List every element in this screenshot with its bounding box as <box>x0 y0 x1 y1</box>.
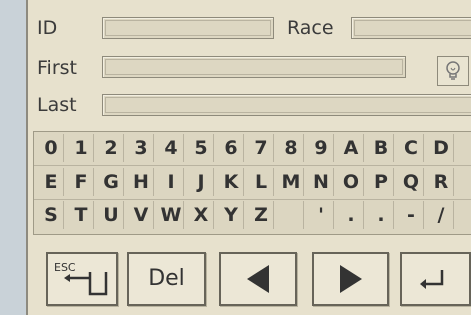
race-field-inner <box>354 20 471 36</box>
keyboard-key[interactable]: K <box>219 168 244 196</box>
move-left-button[interactable] <box>219 252 297 306</box>
keyboard-key[interactable]: C <box>399 134 424 162</box>
keyboard-key[interactable]: I <box>159 168 184 196</box>
keyboard-key[interactable]: ' <box>309 201 334 229</box>
keyboard-key[interactable]: J <box>189 168 214 196</box>
lightbulb-icon <box>446 61 460 80</box>
move-right-button[interactable] <box>312 252 389 306</box>
keyboard-key[interactable]: M <box>279 168 304 196</box>
keyboard-key[interactable]: H <box>129 168 154 196</box>
delete-label: Del <box>148 266 185 291</box>
keyboard-key[interactable]: G <box>99 168 124 196</box>
keyboard-key[interactable]: D <box>429 134 454 162</box>
last-name-field[interactable] <box>102 94 471 116</box>
keyboard-key[interactable]: 1 <box>69 134 94 162</box>
lightbulb-button[interactable] <box>437 56 469 86</box>
first-field-inner <box>105 59 403 75</box>
keyboard-key[interactable]: . <box>339 201 364 229</box>
id-label: ID <box>37 17 58 39</box>
keyboard-key[interactable]: 3 <box>129 134 154 162</box>
escape-button[interactable]: ESC <box>46 252 118 306</box>
first-name-field[interactable] <box>102 56 406 78</box>
last-label: Last <box>37 94 77 116</box>
keyboard-key[interactable]: F <box>69 168 94 196</box>
keyboard-key[interactable]: 2 <box>99 134 124 162</box>
keyboard-key[interactable]: O <box>339 168 364 196</box>
keyboard-key[interactable]: 9 <box>309 134 334 162</box>
race-field[interactable] <box>351 17 471 39</box>
keyboard-key[interactable]: 7 <box>249 134 274 162</box>
keyboard-key[interactable]: Y <box>219 201 244 229</box>
keyboard-divider <box>34 199 471 200</box>
keyboard-key[interactable]: R <box>429 168 454 196</box>
keyboard-key[interactable]: A <box>339 134 364 162</box>
keyboard-key[interactable]: V <box>129 201 154 229</box>
keyboard-key[interactable]: 0 <box>39 134 64 162</box>
keyboard-key[interactable]: W <box>159 201 184 229</box>
keyboard-key[interactable]: Z <box>249 201 274 229</box>
keyboard-key[interactable]: Q <box>399 168 424 196</box>
arrow-left-icon <box>247 265 269 293</box>
keyboard-key[interactable]: T <box>69 201 94 229</box>
race-label: Race <box>287 17 334 39</box>
arrow-right-icon <box>339 265 362 293</box>
id-field-inner <box>105 20 271 36</box>
on-screen-keyboard: 0 1 2 3 4 5 6 7 8 9 A B C D E F G H I J K L M N O P Q R S T U V W X Y Z '.. -… <box>33 131 471 235</box>
keyboard-key[interactable]: 8 <box>279 134 304 162</box>
keyboard-key[interactable]: 6 <box>219 134 244 162</box>
keyboard-key[interactable]: E <box>39 168 64 196</box>
keyboard-key[interactable]: B <box>369 134 394 162</box>
keyboard-key[interactable]: L <box>249 168 274 196</box>
keyboard-divider <box>34 165 471 166</box>
keyboard-key[interactable]: P <box>369 168 394 196</box>
keyboard-key[interactable]: 5 <box>189 134 214 162</box>
delete-button[interactable]: Del <box>127 252 206 306</box>
keyboard-key[interactable]: N <box>309 168 334 196</box>
last-field-inner <box>105 97 471 113</box>
keyboard-key[interactable] <box>279 201 304 229</box>
escape-icon: ESC <box>54 261 108 296</box>
keyboard-key[interactable]: / <box>429 201 454 229</box>
escape-text: ESC <box>54 261 76 274</box>
keyboard-key[interactable]: 4 <box>159 134 184 162</box>
keyboard-key[interactable]: X <box>189 201 214 229</box>
id-field[interactable] <box>102 17 274 39</box>
first-label: First <box>37 57 77 79</box>
keyboard-key[interactable]: U <box>99 201 124 229</box>
keyboard-key[interactable]: . <box>369 201 394 229</box>
keyboard-key[interactable]: S <box>39 201 64 229</box>
keyboard-key[interactable]: - <box>399 201 424 229</box>
enter-icon <box>420 270 444 289</box>
enter-button[interactable] <box>400 252 471 306</box>
